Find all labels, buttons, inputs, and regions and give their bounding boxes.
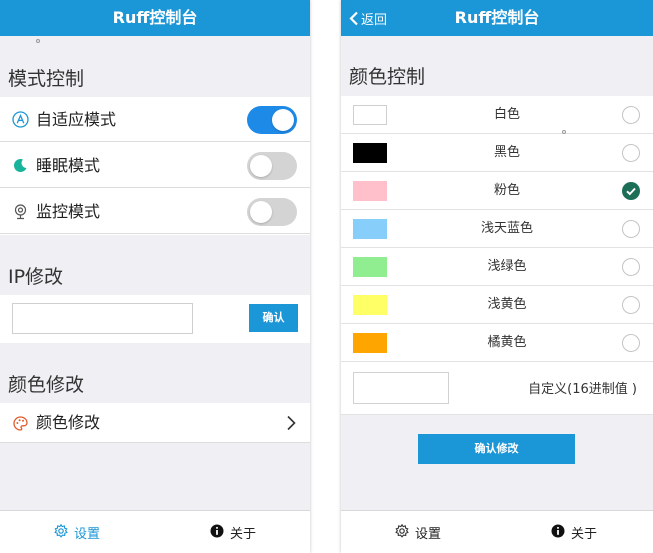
- toggle-knob: [272, 109, 294, 131]
- gear-icon: [54, 523, 74, 542]
- color-option-label: 白色: [493, 107, 520, 122]
- adaptive-mode-toggle[interactable]: [247, 106, 297, 134]
- color-option-label: 浅绿色: [487, 259, 527, 274]
- color-swatch: [353, 333, 387, 353]
- moon-icon: [12, 157, 29, 174]
- app-header: Ruff控制台: [0, 0, 310, 36]
- tab-settings-label: 设置: [74, 527, 101, 542]
- color-list: 颜色修改: [0, 403, 310, 443]
- color-radio[interactable]: [622, 258, 640, 276]
- color-swatch: [353, 295, 387, 315]
- color-option-row[interactable]: 黑色: [341, 134, 653, 172]
- gear-icon: [395, 523, 415, 542]
- color-option-row[interactable]: 粉色: [341, 172, 653, 210]
- color-settings-label: 颜色修改: [36, 413, 101, 432]
- color-control-screen: 返回 Ruff控制台 颜色控制 白色黑色粉色浅天蓝色浅绿色浅黄色橘黄色 自定义(…: [341, 0, 653, 553]
- custom-hex-label: 自定义(16进制值 ): [528, 382, 637, 397]
- mode-list: 自适应模式 睡眠模式 监控模式: [0, 97, 310, 235]
- custom-hex-input[interactable]: [353, 372, 449, 404]
- color-option-label: 浅天蓝色: [480, 221, 533, 236]
- info-icon: [551, 524, 571, 542]
- color-control-title: 颜色控制: [349, 66, 426, 88]
- toggle-knob: [250, 155, 272, 177]
- settings-screen: Ruff控制台 模式控制 自适应模式 睡眠模式 监控模式 IP修改 确认 颜色修…: [0, 0, 310, 553]
- auto-mode-icon: [12, 111, 29, 128]
- sleep-mode-toggle[interactable]: [247, 152, 297, 180]
- color-option-row[interactable]: 白色: [341, 96, 653, 134]
- color-radio[interactable]: [622, 144, 640, 162]
- color-settings-row[interactable]: 颜色修改: [0, 403, 310, 443]
- chevron-right-icon: [286, 415, 296, 435]
- custom-color-row: 自定义(16进制值 ): [341, 364, 653, 415]
- color-swatch: [353, 219, 387, 239]
- cursor-dot: [36, 39, 40, 43]
- tab-about-label: 关于: [230, 527, 257, 542]
- tab-bar: 设置 关于: [0, 510, 310, 553]
- app-header: 返回 Ruff控制台: [341, 0, 653, 36]
- tab-about[interactable]: 关于: [210, 511, 256, 553]
- color-swatch: [353, 181, 387, 201]
- monitor-mode-row: 监控模式: [0, 189, 310, 234]
- tab-about[interactable]: 关于: [551, 511, 597, 553]
- check-icon: [626, 187, 636, 196]
- color-option-label: 橘黄色: [487, 335, 527, 350]
- confirm-change-button[interactable]: 确认修改: [418, 434, 575, 464]
- color-option-label: 黑色: [493, 145, 520, 160]
- color-swatch: [353, 257, 387, 277]
- tab-bar: 设置 关于: [341, 510, 653, 553]
- ip-section-title: IP修改: [8, 266, 64, 288]
- color-option-label: 粉色: [493, 183, 520, 198]
- color-option-row[interactable]: 橘黄色: [341, 324, 653, 362]
- color-section-title: 颜色修改: [8, 374, 85, 396]
- adaptive-mode-label: 自适应模式: [36, 110, 117, 129]
- color-radio[interactable]: [622, 106, 640, 124]
- app-title: Ruff控制台: [112, 8, 198, 27]
- info-icon: [210, 524, 230, 542]
- tab-settings-label: 设置: [415, 527, 442, 542]
- color-option-row[interactable]: 浅绿色: [341, 248, 653, 286]
- webcam-icon: [12, 203, 29, 220]
- color-swatch: [353, 143, 387, 163]
- color-radio[interactable]: [622, 296, 640, 314]
- color-radio-checked[interactable]: [622, 182, 640, 200]
- cursor-dot: [562, 130, 566, 134]
- mode-section-title: 模式控制: [8, 68, 85, 90]
- color-swatch: [353, 105, 387, 125]
- color-radio[interactable]: [622, 334, 640, 352]
- color-radio[interactable]: [622, 220, 640, 238]
- color-option-row[interactable]: 浅天蓝色: [341, 210, 653, 248]
- color-option-list: 白色黑色粉色浅天蓝色浅绿色浅黄色橘黄色: [341, 96, 653, 366]
- tab-settings[interactable]: 设置: [54, 511, 100, 553]
- monitor-mode-label: 监控模式: [36, 202, 101, 221]
- app-title: Ruff控制台: [454, 8, 540, 27]
- tab-settings[interactable]: 设置: [395, 511, 441, 553]
- adaptive-mode-row: 自适应模式: [0, 97, 310, 142]
- color-option-label: 浅黄色: [487, 297, 527, 312]
- palette-icon: [12, 415, 29, 432]
- tab-about-label: 关于: [571, 527, 598, 542]
- color-option-row[interactable]: 浅黄色: [341, 286, 653, 324]
- monitor-mode-toggle[interactable]: [247, 198, 297, 226]
- sleep-mode-row: 睡眠模式: [0, 143, 310, 188]
- ip-input[interactable]: [12, 303, 193, 334]
- toggle-knob: [250, 201, 272, 223]
- sleep-mode-label: 睡眠模式: [36, 156, 101, 175]
- ip-confirm-button[interactable]: 确认: [249, 304, 298, 332]
